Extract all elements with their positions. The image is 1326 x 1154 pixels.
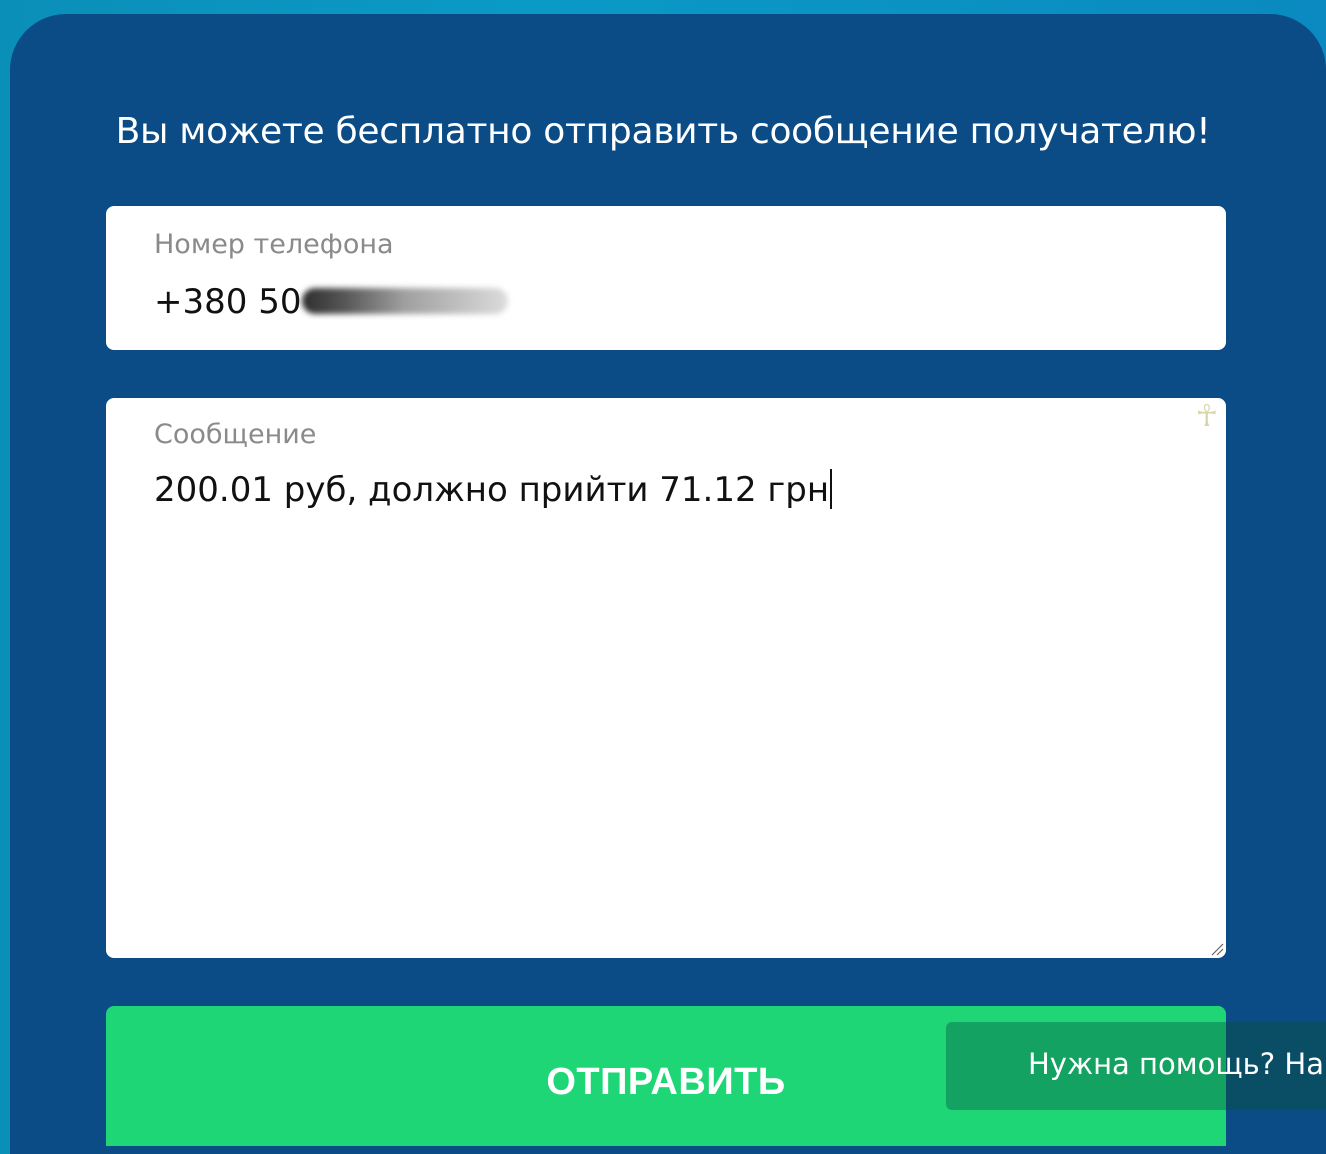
message-textarea[interactable]: 200.01 руб, должно прийти 71.12 грн [154,468,833,512]
phone-field[interactable]: Номер телефона +380 50 [106,206,1226,350]
page-heading: Вы можете бесплатно отправить сообщение … [115,111,1211,152]
message-field[interactable]: Сообщение 200.01 руб, должно прийти 71.1… [106,398,1226,958]
help-chat-label: Нужна помощь? Напи [1028,1047,1326,1081]
phone-input[interactable]: +380 50 [154,280,301,324]
ankh-icon[interactable]: ☥ [1196,400,1218,434]
message-field-label: Сообщение [154,419,317,450]
text-caret [830,469,833,509]
resize-handle-icon[interactable] [1208,940,1224,956]
phone-redaction-blur [302,288,508,314]
help-chat-widget[interactable]: Нужна помощь? Напи [946,1022,1326,1110]
message-text: 200.01 руб, должно прийти 71.12 грн [154,470,830,510]
phone-field-label: Номер телефона [154,229,394,260]
